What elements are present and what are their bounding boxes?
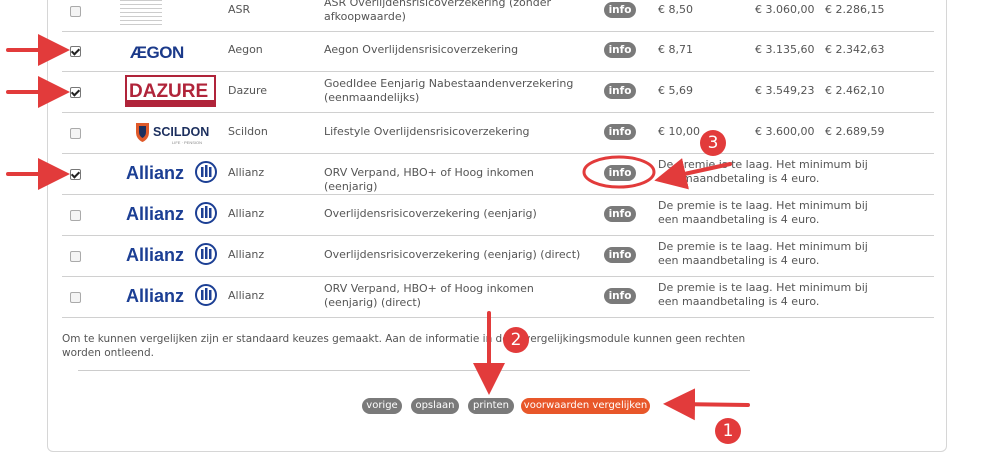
annotation-overlay (6, 34, 750, 421)
annotation-badge-2: 2 (503, 327, 529, 353)
annotation-badge-1: 1 (715, 418, 741, 444)
arrow-info (654, 158, 732, 190)
info-highlight-circle (582, 155, 656, 189)
arrow-compare (663, 388, 750, 421)
annotation-badge-3: 3 (700, 130, 726, 156)
